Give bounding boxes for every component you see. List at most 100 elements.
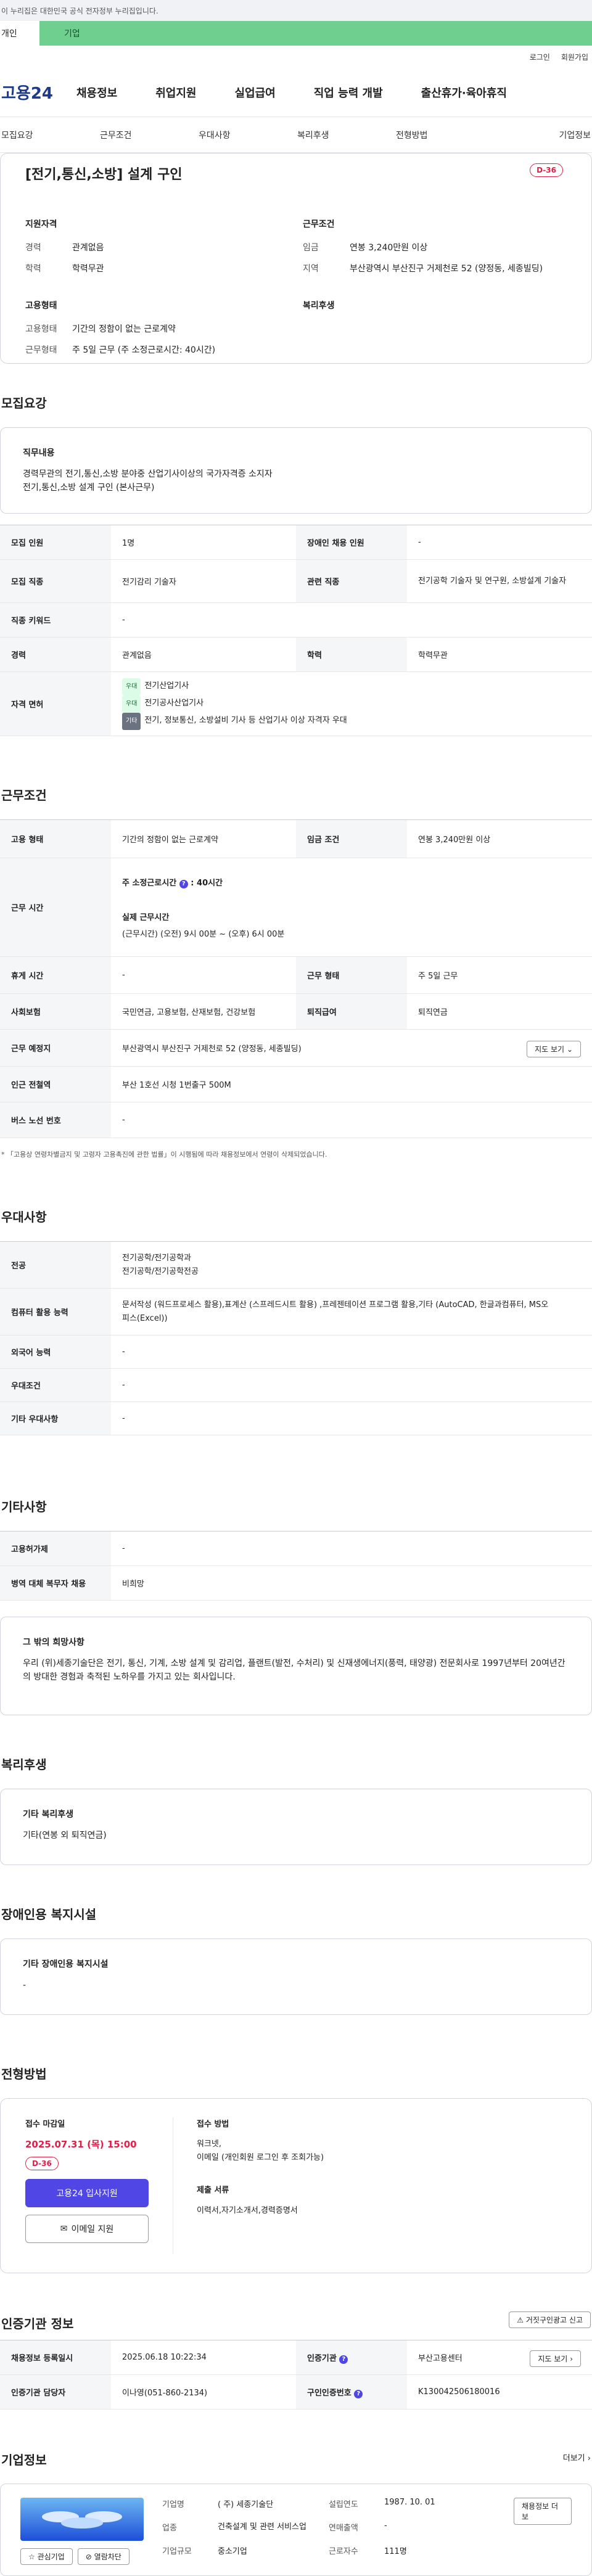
company-more-link[interactable]: 더보기 › (563, 2451, 591, 2463)
wage-cond-value: 연봉 3,240만원 이상 (407, 819, 592, 858)
method-value: 이메일 (개인회원 로그인 후 조회가능) (197, 2153, 324, 2162)
education-label: 학력 (25, 264, 41, 274)
prefer-table: 전공 전기공학/전기공학과 전기공학/전기공학전공 컴퓨터 활용 능력 문서작성 … (0, 1241, 592, 1435)
industry-label: 업종 (162, 2523, 177, 2533)
company-size-value: 중소기업 (218, 2547, 247, 2557)
job-title: [전기,통신,소방] 설계 구인 (25, 167, 183, 183)
method-value: 워크넷, (197, 2139, 222, 2149)
subnav-recruit[interactable]: 모집요강 (0, 129, 99, 141)
subnav-prefer[interactable]: 우대사항 (197, 129, 296, 141)
hope-box: 그 밖의 희망사항 우리 (위)세종기술단은 전기, 통신, 기계, 소방 설계… (0, 1617, 592, 1715)
cert-map-button[interactable]: 지도 보기 › (530, 2350, 581, 2367)
gnb-item-leave[interactable]: 출산휴가·육아휴직 (421, 84, 507, 100)
wage-cond-label: 임금 조건 (296, 819, 407, 858)
table-row: 병역 대체 복무자 채용 비희망 (0, 1565, 592, 1601)
degree-value: 학력무관 (407, 637, 592, 672)
cert-map-label: 지도 보기 (538, 2355, 568, 2363)
weekly-hours-value: 40시간 (197, 878, 223, 888)
career-value: 관계없음 (72, 243, 104, 253)
major-item: 전기공학/전기공학전공 (122, 1266, 199, 1276)
interest-button[interactable]: ☆ 관심기업 (20, 2548, 73, 2565)
founded-value: 1987. 10. 01 (384, 2498, 435, 2507)
subnav-welfare[interactable]: 복리후생 (296, 129, 395, 141)
table-row: 인증기관 담당자 이나영(051-860-2134) 구인인증번호 ? K130… (0, 2374, 592, 2410)
area-label: 지역 (303, 264, 319, 274)
cert-org-value: 부산고용센터 (418, 2354, 462, 2363)
headcount-label: 모집 인원 (0, 525, 111, 560)
subnav-conditions[interactable]: 근무조건 (99, 129, 197, 141)
signup-link[interactable]: 회원가입 (561, 52, 588, 62)
etc-table: 고용허가제 - 병역 대체 복무자 채용 비희망 (0, 1531, 592, 1601)
table-row: 근무 시간 주 소정근로시간 ? : 40시간 실제 근무시간 (근무시간) (… (0, 858, 592, 957)
experience-value: 관계없음 (111, 637, 296, 672)
weekly-hours-label: 주 소정근로시간 (122, 878, 177, 888)
gnb-item-jobs[interactable]: 채용정보 (76, 84, 117, 100)
disabled-hire-label: 장애인 채용 인원 (296, 525, 407, 560)
gnb-item-support[interactable]: 취업지원 (155, 84, 196, 100)
job-summary-card: [전기,통신,소방] 설계 구인 D-36 지원자격 경력 관계없음 학력 학력무관… (0, 153, 592, 364)
company-jobs-button[interactable]: 채용정보 더보 (514, 2498, 572, 2525)
block-button[interactable]: ⊘ 열람차단 (77, 2548, 130, 2565)
insurance-value: 국민연금, 고용보험, 산재보험, 건강보험 (111, 993, 296, 1030)
education-value: 학력무관 (72, 264, 104, 274)
company-card: ☆ 관심기업 ⊘ 열람차단 기업명 ( 주) 세종기술단 설립연도 1987. … (0, 2484, 592, 2576)
sales-value: - (384, 2521, 387, 2530)
reg-date-label: 채용정보 등록일시 (0, 2340, 111, 2375)
report-button[interactable]: ⚠ 거짓구인광고 신고 (509, 2311, 591, 2328)
employment-section: 고용형태 고용형태 기간의 정함이 없는 근로계약 근무형태 주 5일 근무 (주 … (25, 299, 303, 364)
docs-value: 이력서,자기소개서,경력증명서 (197, 2206, 298, 2215)
license-item: 우대 전기산업기사 (122, 678, 581, 695)
map-button[interactable]: 지도 보기 ⌄ (527, 1041, 581, 1057)
login-link[interactable]: 로그인 (530, 52, 550, 62)
info-icon[interactable]: ? (179, 879, 188, 888)
company-logo (20, 2498, 144, 2541)
military-label: 병역 대체 복무자 채용 (0, 1565, 111, 1601)
apply-left: 접수 마감일 2025.07.31 (목) 15:00 D-36 고용24 입사… (25, 2117, 173, 2254)
welfare-box-title: 기타 복리후생 (23, 1810, 74, 1819)
emp-form-value: 기간의 정함이 없는 근로계약 (111, 819, 296, 858)
welfare-box-text: 기타(연봉 외 퇴직연금) (23, 1831, 107, 1840)
license-name: 전기공사산업기사 (144, 698, 204, 708)
job-type-label: 모집 직종 (0, 559, 111, 603)
table-row: 전공 전기공학/전기공학과 전기공학/전기공학전공 (0, 1241, 592, 1289)
docs-label: 제출 서류 (197, 2186, 229, 2195)
dday-badge: D-36 (25, 2157, 59, 2170)
founded-label: 설립연도 (329, 2500, 358, 2509)
apply-button[interactable]: 고용24 입사지원 (25, 2179, 149, 2207)
subnav-company[interactable]: 기업정보 (493, 129, 592, 141)
wage-value: 연봉 3,240만원 이상 (350, 243, 428, 253)
reg-date-value: 2025.06.18 10:22:34 (111, 2340, 296, 2375)
language-value: - (111, 1335, 592, 1369)
recruit-table: 모집 인원 1명 장애인 채용 인원 - 모집 직종 전기감리 기술자 관련 직… (0, 525, 592, 736)
cert-org-label: 인증기관 ? (296, 2340, 407, 2375)
dday-badge: D-36 (530, 163, 563, 177)
table-row: 기타 우대사항 - (0, 1401, 592, 1435)
subnav-process[interactable]: 전형방법 (395, 129, 493, 141)
subway-label: 인근 전철역 (0, 1066, 111, 1102)
site-logo[interactable]: 고용24 (0, 81, 68, 104)
section-nav: 모집요강 근무조건 우대사항 복리후생 전형방법 기업정보 (0, 117, 592, 153)
work-type-value: 주 5일 근무 (주 소정근로시간: 40시간) (72, 345, 216, 355)
company-more-label: 더보기 (562, 2454, 585, 2463)
tab-company[interactable]: 기업 (39, 21, 592, 46)
company-info-grid: 기업명 ( 주) 세종기술단 설립연도 1987. 10. 01 업종 건축설계… (162, 2498, 495, 2562)
work-hours-value: 주 소정근로시간 ? : 40시간 실제 근무시간 (근무시간) (오전) 9시… (111, 858, 592, 957)
gnb-item-benefit[interactable]: 실업급여 (235, 84, 276, 100)
prefer-title: 우대사항 (1, 1210, 47, 1224)
email-apply-button[interactable]: ✉ 이메일 지원 (25, 2215, 149, 2243)
disability-title: 장애인용 복지시설 (1, 1907, 97, 1922)
manager-label: 인증기관 담당자 (0, 2374, 111, 2410)
gnb-item-training[interactable]: 직업 능력 개발 (314, 84, 383, 100)
cert-org-label-text: 인증기관 (307, 2353, 337, 2363)
bus-label: 버스 노선 번호 (0, 1102, 111, 1138)
cert-num-label: 구인인증번호 ? (296, 2374, 407, 2410)
info-icon[interactable]: ? (354, 2389, 363, 2398)
global-nav: 고용24 채용정보 취업지원 실업급여 직업 능력 개발 출산휴가·육아휴직 (0, 68, 592, 117)
work-type-label: 근무형태 (25, 345, 57, 355)
gov-banner-text: 이 누리집은 대한민국 공식 전자정부 누리집입니다. (1, 6, 158, 15)
cert-num-label-text: 구인인증번호 (307, 2388, 352, 2398)
company-logo-graphic (42, 2511, 122, 2529)
license-tag: 우대 (122, 695, 141, 713)
info-icon[interactable]: ? (339, 2355, 348, 2364)
tab-personal[interactable]: 개인 (0, 21, 39, 46)
